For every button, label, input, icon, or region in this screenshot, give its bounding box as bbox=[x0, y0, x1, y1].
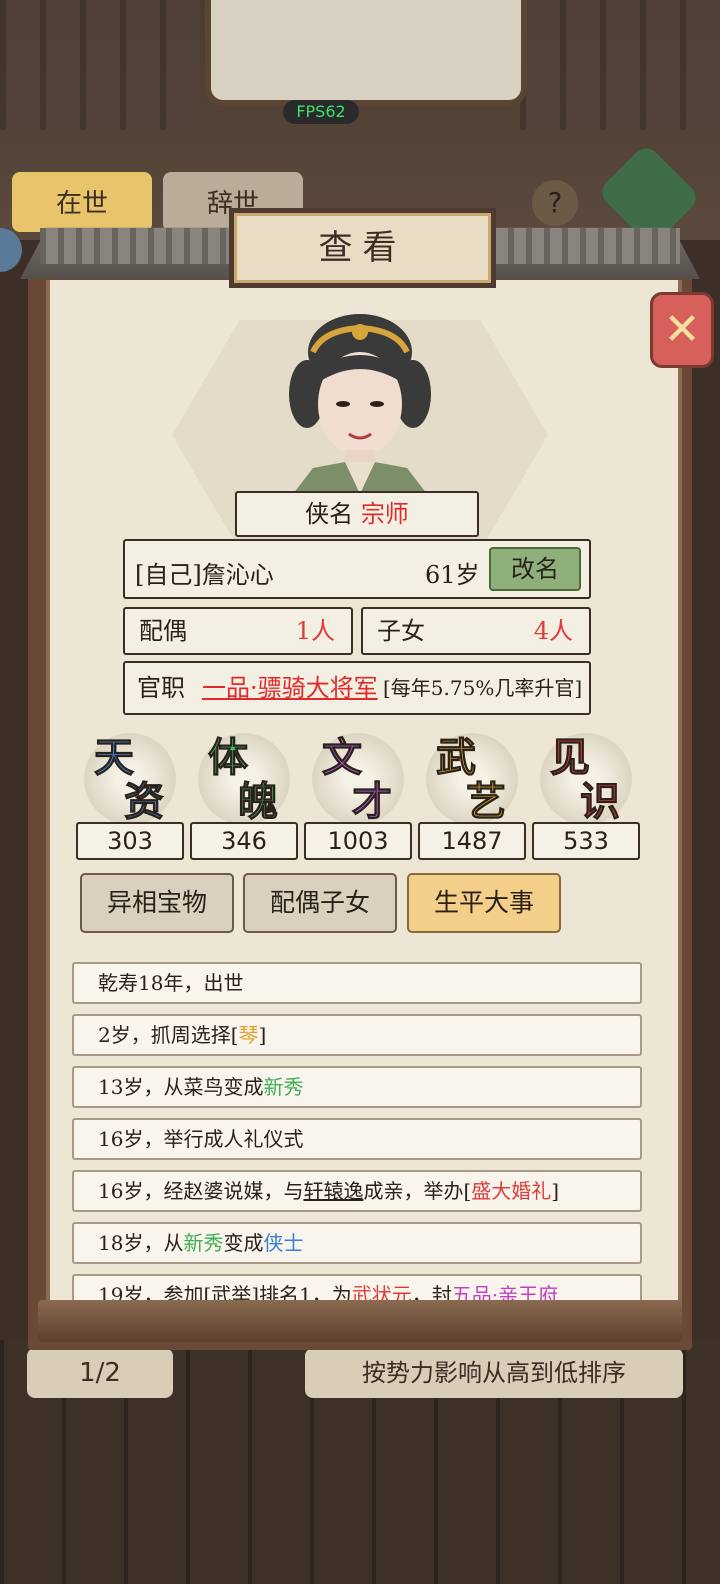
character-age: 61岁 bbox=[425, 561, 480, 589]
office-row: 官职 一品·骠骑大将军 [每年5.75%几率升官] bbox=[123, 661, 591, 715]
stat-value: 533 bbox=[532, 822, 640, 860]
stat-value: 1487 bbox=[418, 822, 526, 860]
tab-life-events[interactable]: 生平大事 bbox=[407, 873, 561, 933]
dialog-title: 查看 bbox=[229, 208, 496, 288]
office-value-link[interactable]: 一品·骠骑大将军 bbox=[202, 663, 378, 713]
stat-value: 346 bbox=[190, 822, 298, 860]
office-label: 官职 bbox=[137, 674, 185, 702]
life-events-list[interactable]: 乾寿18年，出世 2岁，抓周选择[琴] 13岁，从菜鸟变成新秀 16岁，举行成人… bbox=[72, 962, 642, 1300]
xia-name-row: 侠名 宗师 bbox=[235, 491, 479, 537]
office-promotion-rate: [每年5.75%几率升官] bbox=[383, 676, 583, 700]
sort-button[interactable]: 按势力影响从高到低排序 bbox=[305, 1348, 683, 1398]
list-item: 18岁，从新秀变成侠士 bbox=[72, 1222, 642, 1264]
name-row: [自己]詹沁心 61岁 改名 bbox=[123, 539, 591, 599]
list-item: 13岁，从菜鸟变成新秀 bbox=[72, 1066, 642, 1108]
stat-glyph: 魄 bbox=[238, 779, 279, 826]
scroll-bottom-rod bbox=[38, 1300, 682, 1342]
tab-treasures[interactable]: 异相宝物 bbox=[80, 873, 234, 933]
window-lattice-left bbox=[0, 0, 200, 130]
children-label: 子女 bbox=[377, 617, 425, 645]
pager[interactable]: 1/2 bbox=[27, 1348, 173, 1398]
list-item: 16岁，举行成人礼仪式 bbox=[72, 1118, 642, 1160]
window-lattice-right bbox=[520, 0, 720, 130]
close-icon[interactable]: ✕ bbox=[650, 292, 714, 368]
spouse-name-link[interactable]: 轩辕逸 bbox=[303, 1179, 363, 1203]
list-item: 19岁，参加[武举]排名1，为武状元，封五品·亲王府 bbox=[72, 1274, 642, 1300]
character-portrait bbox=[289, 314, 431, 494]
tab-family[interactable]: 配偶子女 bbox=[243, 873, 397, 933]
stat-icon: 见识 bbox=[532, 725, 642, 826]
rename-button[interactable]: 改名 bbox=[489, 547, 581, 591]
stat-glyph: 才 bbox=[352, 779, 393, 826]
stat-value: 1003 bbox=[304, 822, 412, 860]
stat-icon: 体魄 bbox=[190, 725, 300, 826]
list-item: 2岁，抓周选择[琴] bbox=[72, 1014, 642, 1056]
stat-glyph: 识 bbox=[580, 779, 621, 826]
xia-label: 侠名 bbox=[305, 500, 354, 528]
list-item: 乾寿18年，出世 bbox=[72, 962, 642, 1004]
stat-glyph: 资 bbox=[124, 779, 165, 826]
children-row: 子女 4人 bbox=[361, 607, 591, 655]
xia-value: 宗师 bbox=[360, 500, 409, 528]
stat-icon: 武艺 bbox=[418, 725, 528, 826]
stat-icon: 天资 bbox=[76, 725, 186, 826]
character-name: [自己]詹沁心 bbox=[135, 561, 274, 589]
fps-counter: FPS62 bbox=[283, 100, 359, 124]
spouse-count: 1人 bbox=[295, 617, 335, 645]
spouse-row: 配偶 1人 bbox=[123, 607, 353, 655]
children-count: 4人 bbox=[533, 617, 573, 645]
tab-alive[interactable]: 在世 bbox=[12, 172, 152, 232]
list-item: 16岁，经赵婆说媒，与轩辕逸成亲，举办[盛大婚礼] bbox=[72, 1170, 642, 1212]
painting-panel bbox=[205, 0, 527, 106]
stat-glyph: 艺 bbox=[466, 779, 507, 826]
spouse-label: 配偶 bbox=[139, 617, 187, 645]
help-icon[interactable]: ? bbox=[532, 180, 578, 226]
stat-icon: 文才 bbox=[304, 725, 414, 826]
stat-value: 303 bbox=[76, 822, 184, 860]
